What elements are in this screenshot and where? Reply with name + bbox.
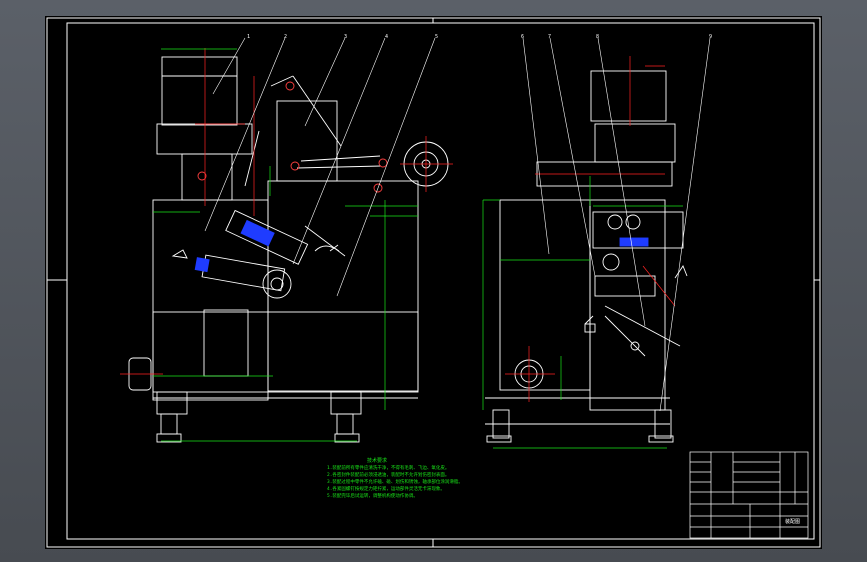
side-leaders <box>522 37 711 412</box>
technical-notes: 技术要求 1.装配前所有零件应清洗干净，不得有毛刺、飞边、氧化皮。 2.各密封件… <box>327 458 527 500</box>
note-line-1: 1.装配前所有零件应清洗干净，不得有毛刺、飞边、氧化皮。 <box>327 466 450 471</box>
note-line-5: 5.装配完毕后试运转，调整机构使动作协调。 <box>327 494 418 499</box>
note-line-3: 3.装配过程中零件不允许磕、碰、划伤和锈蚀，轴承部位涂润滑脂。 <box>327 480 463 485</box>
svg-text:5: 5 <box>435 34 438 40</box>
front-centerlines <box>120 48 453 375</box>
note-line-4: 4.各紧固螺钉按规定力矩拧紧，运动部件灵活无卡滞现象。 <box>327 487 445 492</box>
front-view <box>128 56 449 443</box>
side-cabinet <box>499 199 591 391</box>
svg-text:1: 1 <box>247 34 250 40</box>
title-block-code: 装配图 <box>785 519 801 525</box>
note-line-2: 2.各密封件装配前必须浸透油，装配时不允许划伤密封表面。 <box>327 473 450 478</box>
title-block <box>689 451 809 539</box>
side-hopper <box>590 70 667 122</box>
svg-text:6: 6 <box>521 34 524 40</box>
front-hopper <box>161 56 238 126</box>
front-door <box>203 309 249 377</box>
svg-text:3: 3 <box>344 34 347 40</box>
svg-text:2: 2 <box>284 34 287 40</box>
drawing-sheet: 1 2 3 4 5 6 7 8 9 技术要求 1.装配前所有零件应清洗干净，不得… <box>45 16 822 549</box>
side-balloons: 6 7 8 9 <box>521 34 712 40</box>
side-dimensions <box>482 176 683 449</box>
svg-text:9: 9 <box>709 34 712 40</box>
front-leaders <box>204 37 436 297</box>
front-dimensions <box>153 48 418 442</box>
front-cylinder-lower <box>201 254 286 292</box>
front-balloons: 1 2 3 4 5 <box>247 34 438 40</box>
svg-text:8: 8 <box>596 34 599 40</box>
side-body <box>589 199 666 411</box>
svg-text:7: 7 <box>548 34 551 40</box>
side-view <box>485 70 688 443</box>
notes-title: 技术要求 <box>366 458 387 464</box>
svg-text:4: 4 <box>385 34 388 40</box>
